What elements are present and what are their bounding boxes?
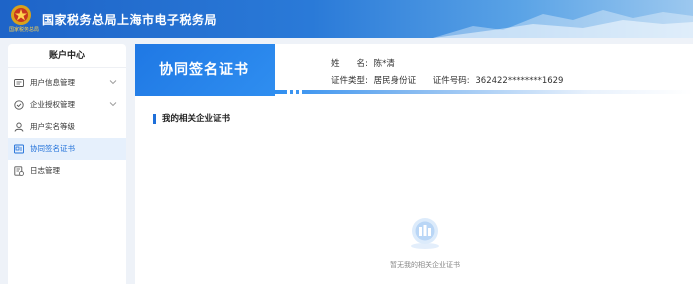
sidebar-item-label: 用户实名等级	[30, 122, 75, 131]
banner-stripe	[275, 90, 693, 94]
chevron-down-icon[interactable]	[109, 78, 117, 86]
empty-box-icon	[411, 218, 439, 249]
cert-banner-tab: 协同签名证书	[135, 44, 275, 96]
chevron-down-icon[interactable]	[109, 100, 117, 108]
sidebar-item-label: 协同签名证书	[30, 144, 75, 153]
main-content: 协同签名证书 姓 名: 陈*清 证件类型: 居民身份证 证件号码: 362422…	[135, 44, 693, 284]
certificate-icon	[14, 144, 24, 154]
id-type-label: 证件类型:	[331, 76, 368, 86]
empty-state-text: 暂无我的相关企业证书	[390, 261, 460, 269]
sidebar-item-label: 企业授权管理	[30, 100, 75, 109]
sidebar-title: 账户中心	[8, 44, 126, 68]
top-header-bar: 国家税务总局 国家税务总局上海市电子税务局	[0, 0, 693, 38]
id-type-value: 居民身份证	[373, 76, 417, 86]
cert-banner: 协同签名证书 姓 名: 陈*清 证件类型: 居民身份证 证件号码: 362422…	[135, 44, 693, 96]
name-value: 陈*清	[373, 59, 395, 69]
id-no-label: 证件号码:	[432, 76, 470, 86]
sidebar-item-realname-level[interactable]: 用户实名等级	[8, 116, 126, 138]
shield-check-icon	[14, 100, 24, 110]
id-row: 证件类型: 居民身份证 证件号码: 362422********1629	[331, 74, 563, 86]
sidebar: 账户中心 用户信息管理 企业授权管理 用户实名等级 协同签名证书 日志管理	[8, 44, 126, 284]
person-icon	[14, 122, 24, 132]
sidebar-item-enterprise-auth[interactable]: 企业授权管理	[8, 94, 126, 116]
name-label: 姓 名:	[331, 59, 368, 69]
emblem-caption: 国家税务总局	[9, 27, 40, 33]
site-title[interactable]: 国家税务总局上海市电子税务局	[42, 11, 217, 28]
sidebar-item-user-info[interactable]: 用户信息管理	[8, 72, 126, 94]
log-icon	[14, 166, 24, 176]
id-no-value: 362422********1629	[475, 76, 564, 86]
section-title: 我的相关企业证书	[153, 114, 230, 124]
mountain-decoration	[433, 10, 693, 38]
empty-state: 暂无我的相关企业证书	[375, 216, 475, 269]
sidebar-item-label: 用户信息管理	[30, 78, 75, 87]
sidebar-item-log-management[interactable]: 日志管理	[8, 160, 126, 182]
sidebar-item-label: 日志管理	[30, 166, 60, 175]
name-row: 姓 名: 陈*清	[331, 57, 395, 69]
sidebar-item-collab-cert[interactable]: 协同签名证书	[8, 138, 126, 160]
page-title: 协同签名证书	[159, 62, 249, 78]
tax-emblem-logo: 国家税务总局	[9, 4, 39, 33]
user-card-icon	[14, 79, 24, 87]
